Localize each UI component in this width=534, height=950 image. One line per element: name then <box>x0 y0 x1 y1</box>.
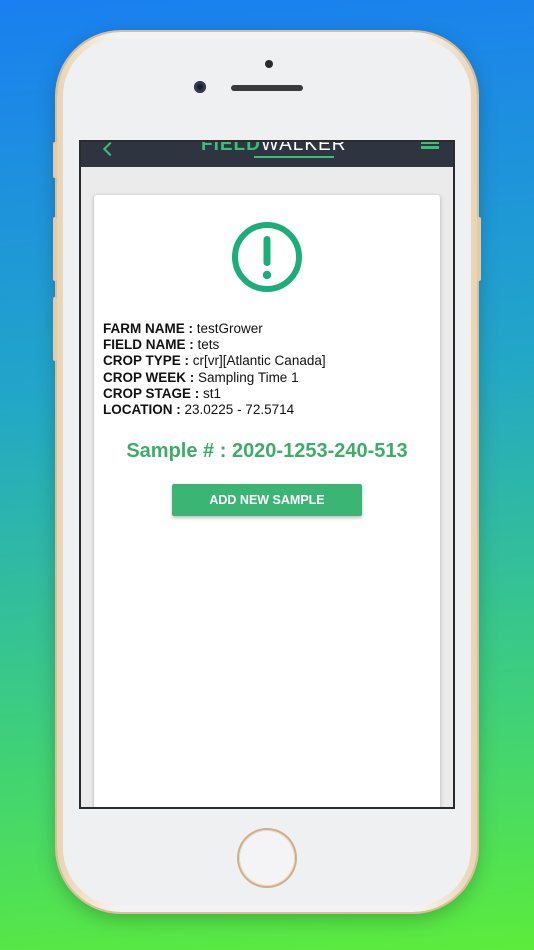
alert-circle-icon <box>232 222 302 292</box>
detail-field-name: FIELD NAME : tets <box>103 337 326 353</box>
logo-underline <box>254 156 334 158</box>
detail-key: FARM NAME : <box>103 321 193 336</box>
app-logo: FIELDWALKER <box>201 142 346 155</box>
sensor-dot <box>265 60 273 68</box>
power-button <box>477 217 481 281</box>
volume-up-button <box>53 217 57 281</box>
chevron-left-icon[interactable] <box>102 142 118 157</box>
detail-crop-type: CROP TYPE : cr[vr][Atlantic Canada] <box>103 353 326 369</box>
detail-value: Sampling Time 1 <box>198 369 299 385</box>
detail-key: CROP STAGE : <box>103 385 200 401</box>
app-header: FIELDWALKER <box>81 142 453 167</box>
add-new-sample-button[interactable]: ADD NEW SAMPLE <box>172 484 362 516</box>
detail-value: st1 <box>203 385 222 401</box>
home-button[interactable] <box>239 830 295 886</box>
detail-location: LOCATION : 23.0225 - 72.5714 <box>103 402 326 418</box>
detail-key: CROP WEEK : <box>103 369 195 385</box>
sample-details: FARM NAME : testGrower FIELD NAME : tets… <box>103 321 326 418</box>
logo-field-text: FIELD <box>201 142 261 155</box>
hamburger-menu-icon[interactable] <box>421 146 439 149</box>
detail-key: CROP TYPE : <box>103 353 190 369</box>
detail-crop-week: CROP WEEK : Sampling Time 1 <box>103 370 326 386</box>
side-button <box>53 142 57 178</box>
earpiece-speaker <box>231 85 303 91</box>
sample-card: FARM NAME : testGrower FIELD NAME : tets… <box>94 195 440 807</box>
logo-walker-text: WALKER <box>260 142 347 155</box>
detail-value: 23.0225 - 72.5714 <box>184 402 295 418</box>
app-screen: FIELDWALKER FARM NAME : testGrower FIELD… <box>81 142 453 807</box>
sample-number: Sample # : 2020-1253-240-513 <box>126 440 408 462</box>
detail-value: tets <box>197 337 220 353</box>
detail-crop-stage: CROP STAGE : st1 <box>103 386 326 402</box>
detail-farm-name: FARM NAME : testGrower <box>103 321 326 337</box>
detail-key: LOCATION : <box>103 402 181 418</box>
detail-key: FIELD NAME : <box>103 337 194 353</box>
front-camera <box>194 81 206 93</box>
detail-value: cr[vr][Atlantic Canada] <box>192 353 326 369</box>
detail-value: testGrower <box>196 321 263 336</box>
volume-down-button <box>53 297 57 361</box>
